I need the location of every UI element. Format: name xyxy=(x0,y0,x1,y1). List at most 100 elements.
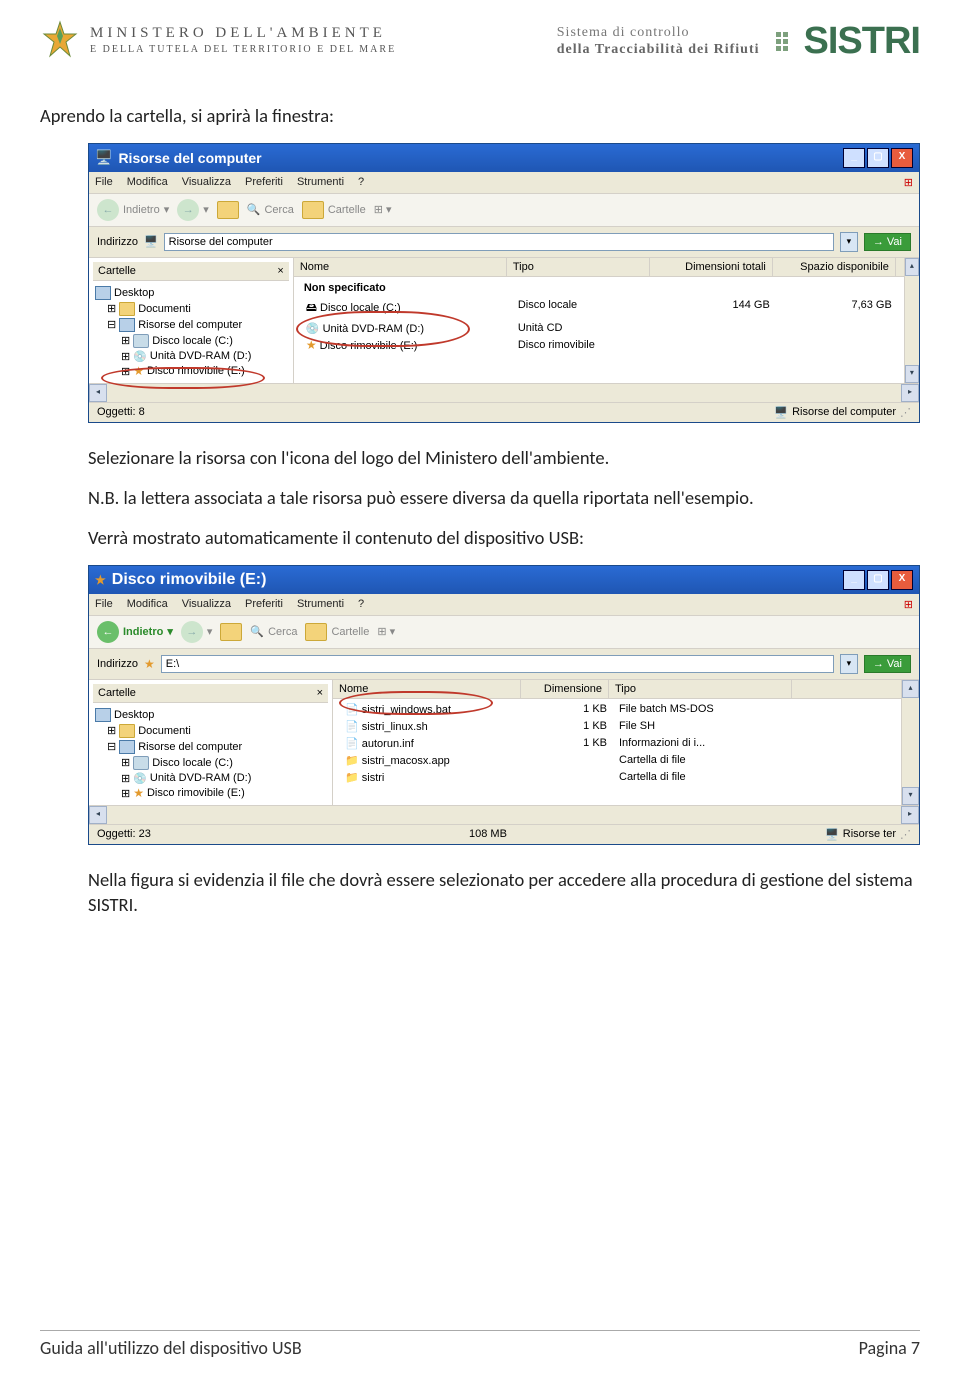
tree-desktop[interactable]: Desktop xyxy=(93,707,328,723)
forward-button[interactable]: → ▾ xyxy=(181,621,213,643)
forward-button[interactable]: → ▾ xyxy=(177,199,209,221)
menu-strumenti[interactable]: Strumenti xyxy=(297,598,344,611)
col-dim[interactable]: Dimensione xyxy=(521,680,609,698)
paragraph-3: N.B. la lettera associata a tale risorsa… xyxy=(88,485,920,511)
views-button[interactable]: ⊞ ▾ xyxy=(377,625,395,638)
paragraph-5: Nella figura si evidenzia il file che do… xyxy=(88,867,920,919)
tree-header: Cartelle xyxy=(98,265,136,277)
computer-icon: 🖥️ xyxy=(95,149,112,166)
maximize-button[interactable]: ▢ xyxy=(867,148,889,168)
tree-panel: Cartelle × Desktop ⊞ Documenti ⊟ Risorse … xyxy=(89,258,294,383)
list-row[interactable]: 💿 Unità DVD-RAM (D:)Unità CD xyxy=(296,320,902,337)
menu-strumenti[interactable]: Strumenti xyxy=(297,176,344,189)
menu-help[interactable]: ? xyxy=(358,598,364,611)
address-input[interactable] xyxy=(161,655,834,673)
address-input[interactable] xyxy=(164,233,834,251)
list-row[interactable]: 📁 sistriCartella di file xyxy=(335,769,899,786)
go-button[interactable]: → Vai xyxy=(864,233,911,251)
menu-help[interactable]: ? xyxy=(358,176,364,189)
tree-close[interactable]: × xyxy=(317,687,323,699)
back-button[interactable]: ←Indietro ▾ xyxy=(97,199,169,221)
address-dropdown[interactable]: ▾ xyxy=(840,232,858,252)
list-row[interactable]: 📄 sistri_linux.sh1 KBFile SH xyxy=(335,718,899,735)
tree-risorse[interactable]: ⊟ Risorse del computer xyxy=(93,317,289,333)
back-button[interactable]: ←Indietro ▾ xyxy=(97,621,173,643)
menubar: File Modifica Visualizza Preferiti Strum… xyxy=(89,594,919,616)
tree-documenti[interactable]: ⊞ Documenti xyxy=(93,301,289,317)
menu-visualizza[interactable]: Visualizza xyxy=(182,176,231,189)
page-footer: Guida all'utilizzo del dispositivo USB P… xyxy=(40,1330,920,1359)
menu-preferiti[interactable]: Preferiti xyxy=(245,176,283,189)
vscroll[interactable]: ▴▾ xyxy=(904,258,919,383)
col-tipo[interactable]: Tipo xyxy=(609,680,792,698)
address-label: Indirizzo xyxy=(97,236,138,248)
status-right: Risorse ter xyxy=(843,828,896,840)
close-button[interactable]: X xyxy=(891,570,913,590)
vscroll[interactable]: ▴▾ xyxy=(901,680,919,805)
sistri-tag-1: Sistema di controllo xyxy=(557,25,760,42)
tree-disco-c[interactable]: ⊞ Disco locale (C:) xyxy=(93,333,289,349)
tree-documenti[interactable]: ⊞ Documenti xyxy=(93,723,328,739)
tree-close[interactable]: × xyxy=(277,265,283,277)
sistri-dots-icon xyxy=(776,32,788,51)
windows-flag-icon: ⊞ xyxy=(904,176,913,189)
close-button[interactable]: X xyxy=(891,148,913,168)
tree-rimov-e[interactable]: ⊞ ★Disco rimovibile (E:) xyxy=(93,786,328,801)
col-nome[interactable]: Nome xyxy=(294,258,507,276)
list-row[interactable]: 📄 autorun.inf1 KBInformazioni di i... xyxy=(335,735,899,752)
maximize-button[interactable]: ▢ xyxy=(867,570,889,590)
up-button[interactable] xyxy=(217,201,239,219)
titlebar[interactable]: 🖥️ Risorse del computer _ ▢ X xyxy=(89,144,919,172)
footer-left: Guida all'utilizzo del dispositivo USB xyxy=(40,1337,302,1359)
star-icon: ★ xyxy=(95,574,106,586)
address-label: Indirizzo xyxy=(97,658,138,670)
sistri-logo: SISTRI xyxy=(804,20,920,63)
ministry-subtitle: E DELLA TUTELA DEL TERRITORIO E DEL MARE xyxy=(90,43,396,56)
tree-dvd-d[interactable]: ⊞ 💿Unità DVD-RAM (D:) xyxy=(93,349,289,364)
status-mid: 108 MB xyxy=(469,828,507,841)
ministry-block: MINISTERO DELL'AMBIENTE E DELLA TUTELA D… xyxy=(40,20,396,60)
col-tipo[interactable]: Tipo xyxy=(507,258,650,276)
menu-preferiti[interactable]: Preferiti xyxy=(245,598,283,611)
tree-risorse[interactable]: ⊟ Risorse del computer xyxy=(93,739,328,755)
ministry-title: MINISTERO DELL'AMBIENTE xyxy=(90,24,396,44)
col-spazio[interactable]: Spazio disponibile xyxy=(773,258,896,276)
search-button[interactable]: 🔍 Cerca xyxy=(250,625,297,638)
minimize-button[interactable]: _ xyxy=(843,148,865,168)
folders-button[interactable]: Cartelle xyxy=(305,623,369,641)
list-row[interactable]: 🖴 Disco locale (C:)Disco locale144 GB7,6… xyxy=(296,297,902,320)
col-nome[interactable]: Nome xyxy=(333,680,521,698)
tree-desktop[interactable]: Desktop xyxy=(93,285,289,301)
star-icon: ★ xyxy=(144,658,155,670)
tree-header: Cartelle xyxy=(98,687,136,699)
tree-rimov-e[interactable]: ⊞ ★Disco rimovibile (E:) xyxy=(93,364,289,379)
titlebar[interactable]: ★ Disco rimovibile (E:) _ ▢ X xyxy=(89,566,919,594)
views-button[interactable]: ⊞ ▾ xyxy=(374,203,392,216)
go-button[interactable]: → Vai xyxy=(864,655,911,673)
menu-file[interactable]: File xyxy=(95,176,113,189)
list-panel: Nome Dimensione Tipo 📄 sistri_windows.ba… xyxy=(333,680,901,805)
address-bar: Indirizzo 🖥️ ▾ → Vai xyxy=(89,227,919,258)
list-panel: Nome Tipo Dimensioni totali Spazio dispo… xyxy=(294,258,904,383)
search-button[interactable]: 🔍 Cerca xyxy=(247,203,294,216)
up-button[interactable] xyxy=(220,623,242,641)
col-dim[interactable]: Dimensioni totali xyxy=(650,258,773,276)
menu-modifica[interactable]: Modifica xyxy=(127,176,168,189)
tree-dvd-d[interactable]: ⊞ 💿Unità DVD-RAM (D:) xyxy=(93,771,328,786)
address-dropdown[interactable]: ▾ xyxy=(840,654,858,674)
hscroll[interactable]: ◂▸ xyxy=(89,383,919,402)
window-title: Disco rimovibile (E:) xyxy=(112,571,267,589)
menubar: File Modifica Visualizza Preferiti Strum… xyxy=(89,172,919,194)
paragraph-4: Verrà mostrato automaticamente il conten… xyxy=(88,525,920,551)
status-left: Oggetti: 8 xyxy=(97,406,145,419)
menu-file[interactable]: File xyxy=(95,598,113,611)
list-row[interactable]: 📁 sistri_macosx.appCartella di file xyxy=(335,752,899,769)
tree-disco-c[interactable]: ⊞ Disco locale (C:) xyxy=(93,755,328,771)
list-row[interactable]: 📄 sistri_windows.bat1 KBFile batch MS-DO… xyxy=(335,701,899,718)
menu-modifica[interactable]: Modifica xyxy=(127,598,168,611)
list-row[interactable]: ★ Disco rimovibile (E:)Disco rimovibile xyxy=(296,337,902,354)
hscroll[interactable]: ◂▸ xyxy=(89,805,919,824)
menu-visualizza[interactable]: Visualizza xyxy=(182,598,231,611)
minimize-button[interactable]: _ xyxy=(843,570,865,590)
folders-button[interactable]: Cartelle xyxy=(302,201,366,219)
